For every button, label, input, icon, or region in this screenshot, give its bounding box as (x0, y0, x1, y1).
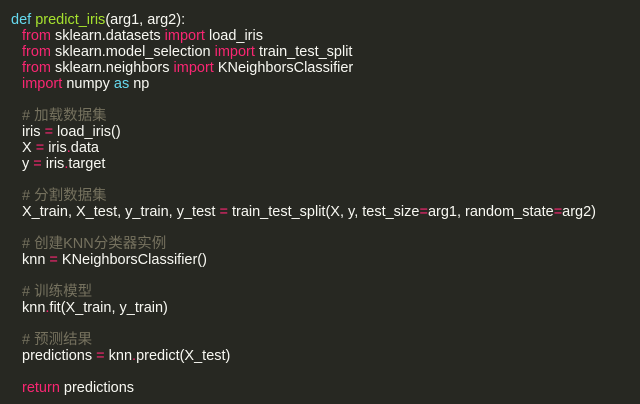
keyword-token: from (22, 60, 51, 76)
code-token: predict(X_test) (136, 348, 231, 364)
code-token: iris (41, 156, 65, 172)
code-token: y (22, 156, 34, 172)
code-line[interactable]: knn.fit(X_train, y_train) (0, 300, 640, 316)
code-token: (arg1, arg2): (105, 12, 186, 28)
comment-token: # 加载数据集 (22, 108, 107, 124)
code-token: numpy (62, 76, 114, 92)
code-token: sklearn.datasets (51, 28, 165, 44)
code-token: knn (22, 300, 46, 316)
code-line[interactable]: def predict_iris(arg1, arg2): (0, 12, 640, 28)
code-line[interactable]: # 加载数据集 (0, 108, 640, 124)
storage-keyword-token: as (113, 76, 130, 92)
keyword-token: import (164, 28, 205, 44)
keyword-token: = (219, 204, 228, 220)
comment-token: # 分割数据集 (22, 188, 107, 204)
code-line[interactable]: # 训练模型 (0, 284, 640, 300)
code-token: fit(X_train, y_train) (49, 300, 168, 316)
code-token: X_train, X_test, y_train, y_test (22, 204, 220, 220)
code-token: np (129, 76, 150, 92)
keyword-token: = (44, 124, 54, 140)
code-line[interactable]: y = iris.target (0, 156, 640, 172)
code-line[interactable]: from sklearn.model_selection import trai… (0, 44, 640, 60)
keyword-token: import (173, 60, 214, 76)
keyword-token: = (96, 348, 105, 364)
code-line[interactable]: knn = KNeighborsClassifier() (0, 252, 640, 268)
code-token: target (68, 156, 106, 172)
code-line[interactable] (0, 220, 640, 236)
keyword-token: = (553, 204, 563, 220)
code-line[interactable] (0, 364, 640, 380)
code-line[interactable]: X = iris.data (0, 140, 640, 156)
code-token: load_iris (204, 28, 263, 44)
storage-keyword-token: def (11, 12, 32, 28)
code-token: sklearn.model_selection (51, 44, 215, 60)
keyword-token: from (22, 28, 51, 44)
code-line[interactable]: import numpy as np (0, 76, 640, 92)
keyword-token: = (35, 140, 45, 156)
code-line[interactable]: X_train, X_test, y_train, y_test = train… (0, 204, 640, 220)
keyword-token: = (49, 252, 58, 268)
code-token: predictions (22, 348, 97, 364)
code-line[interactable] (0, 92, 640, 108)
code-line[interactable]: predictions = knn.predict(X_test) (0, 348, 640, 364)
keyword-token: = (419, 204, 428, 220)
code-line[interactable] (0, 316, 640, 332)
code-line[interactable]: from sklearn.neighbors import KNeighbors… (0, 60, 640, 76)
keyword-token: import (22, 76, 63, 92)
keyword-token: = (33, 156, 42, 172)
code-token: KNeighborsClassifier() (57, 252, 207, 268)
code-editor[interactable]: def predict_iris(arg1, arg2): from sklear… (0, 0, 640, 404)
code-line[interactable]: # 分割数据集 (0, 188, 640, 204)
function-name-token: predict_iris (35, 12, 106, 28)
code-token: data (70, 140, 99, 156)
code-token: KNeighborsClassifier (213, 60, 354, 76)
code-token: iris (22, 124, 45, 140)
code-line[interactable]: # 创建KNN分类器实例 (0, 236, 640, 252)
keyword-token: return (22, 380, 60, 396)
code-line[interactable]: from sklearn.datasets import load_iris (0, 28, 640, 44)
code-token: X (22, 140, 36, 156)
comment-token: # 创建KNN分类器实例 (22, 236, 167, 252)
code-line[interactable]: # 预测结果 (0, 332, 640, 348)
keyword-token: from (22, 44, 51, 60)
code-token: sklearn.neighbors (51, 60, 174, 76)
code-token: iris (44, 140, 67, 156)
code-token: arg1, random_state (427, 204, 554, 220)
code-line[interactable]: return predictions (0, 380, 640, 396)
code-token: train_test_split(X, y, test_size (227, 204, 420, 220)
code-token: arg2) (562, 204, 597, 220)
code-line[interactable] (0, 268, 640, 284)
keyword-token: import (214, 44, 255, 60)
code-token: knn (104, 348, 133, 364)
comment-token: # 训练模型 (22, 284, 93, 300)
comment-token: # 预测结果 (22, 332, 93, 348)
code-token: knn (22, 252, 50, 268)
code-token: load_iris() (53, 124, 121, 140)
code-line[interactable]: iris = load_iris() (0, 124, 640, 140)
code-line[interactable] (0, 172, 640, 188)
code-token: train_test_split (254, 44, 353, 60)
code-token: predictions (59, 380, 135, 396)
